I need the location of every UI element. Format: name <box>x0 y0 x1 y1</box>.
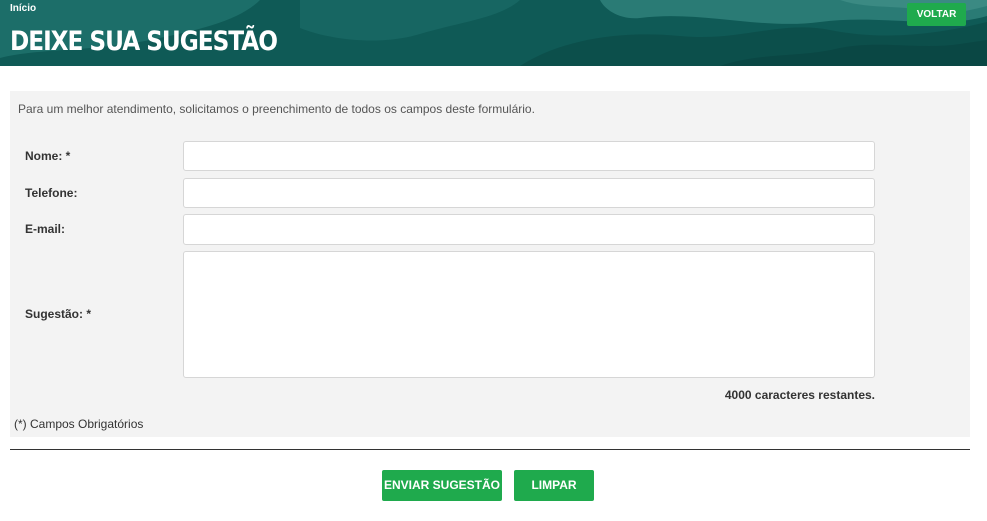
clear-button[interactable]: LIMPAR <box>514 470 594 501</box>
suggestion-textarea[interactable] <box>183 251 875 378</box>
divider <box>10 449 970 450</box>
page-title: DEIXE SUA SUGESTÃO <box>10 26 278 57</box>
phone-label: Telefone: <box>25 186 78 200</box>
character-count: 4000 <box>724 388 752 402</box>
submit-suggestion-button[interactable]: ENVIAR SUGESTÃO <box>382 470 502 501</box>
character-count-suffix: caracteres restantes. <box>751 388 875 402</box>
email-input[interactable] <box>183 214 875 245</box>
required-fields-note: (*) Campos Obrigatórios <box>14 417 144 431</box>
breadcrumb[interactable]: Início <box>10 3 36 14</box>
character-counter: 4000 caracteres restantes. <box>725 388 875 402</box>
suggestion-label: Sugestão: * <box>25 307 92 321</box>
email-label: E-mail: <box>25 222 66 236</box>
form-panel: Para um melhor atendimento, solicitamos … <box>10 91 970 437</box>
name-label: Nome: * <box>25 149 71 163</box>
page-header: Início DEIXE SUA SUGESTÃO VOLTAR <box>0 0 987 66</box>
phone-input[interactable] <box>183 178 875 208</box>
back-button[interactable]: VOLTAR <box>907 3 966 26</box>
form-intro-text: Para um melhor atendimento, solicitamos … <box>18 102 535 116</box>
name-input[interactable] <box>183 141 875 171</box>
